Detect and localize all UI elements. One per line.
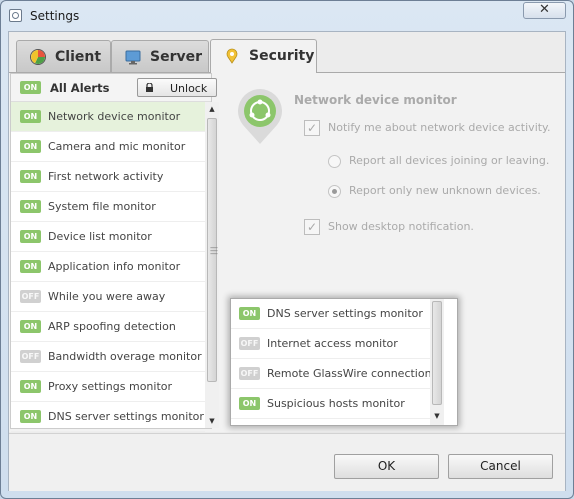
alert-label: DNS server settings monitor — [267, 307, 423, 320]
tab-client-label: Client — [55, 49, 102, 65]
list-item[interactable]: OFF While you were away — [11, 282, 205, 312]
alert-label: System file monitor — [48, 200, 156, 213]
alerts-header: ON All Alerts Unlock — [11, 74, 217, 102]
desktop-notification-checkbox[interactable]: ✓ — [304, 219, 320, 235]
list-item[interactable]: ON First network activity — [11, 162, 205, 192]
alert-toggle[interactable]: ON — [239, 307, 260, 320]
notify-checkbox[interactable]: ✓ — [304, 120, 320, 136]
alert-toggle[interactable]: ON — [20, 170, 41, 183]
alert-toggle[interactable]: ON — [20, 410, 41, 423]
alert-label: Suspicious hosts monitor — [267, 397, 405, 410]
alert-toggle[interactable]: OFF — [20, 290, 41, 303]
alert-label: While you were away — [48, 290, 166, 303]
list-item[interactable]: OFF Remote GlassWire connections — [231, 359, 437, 389]
alerts-list: ON All Alerts Unlock ON Network device mo… — [10, 73, 219, 432]
tab-security-label: Security — [249, 48, 315, 64]
popup-scrollbar[interactable]: ▼ — [430, 299, 444, 425]
dialog-footer: OK Cancel — [9, 433, 565, 491]
tab-client[interactable]: Client — [16, 40, 111, 72]
tab-server[interactable]: Server — [111, 40, 209, 72]
radio-unknown-devices[interactable] — [328, 185, 341, 198]
scroll-up-icon[interactable]: ▲ — [205, 102, 219, 116]
window-title: Settings — [30, 9, 80, 23]
close-icon: ✕ — [539, 2, 550, 17]
network-monitor-icon — [238, 89, 282, 144]
alert-toggle[interactable]: ON — [20, 380, 41, 393]
alerts-popup-list: ON DNS server settings monitor OFF Interne… — [230, 298, 458, 426]
alert-label: ARP spoofing detection — [48, 320, 176, 333]
alerts-scrollbar[interactable]: ▲ — — — ▼ — [205, 102, 219, 428]
alert-toggle[interactable]: ON — [239, 397, 260, 410]
list-item[interactable]: ON Camera and mic monitor — [11, 132, 205, 162]
tab-server-label: Server — [150, 49, 203, 65]
scroll-down-icon[interactable]: ▼ — [205, 414, 219, 428]
alert-label: First network activity — [48, 170, 164, 183]
all-alerts-toggle[interactable]: ON — [20, 81, 41, 94]
list-item[interactable]: ON DNS server settings monitor — [231, 299, 431, 329]
alert-toggle[interactable]: ON — [20, 260, 41, 273]
list-item[interactable]: ON Application info monitor — [11, 252, 205, 282]
title-bar[interactable]: Settings ✕ — [1, 1, 573, 31]
list-item[interactable]: ON Proxy settings monitor — [11, 372, 205, 402]
monitor-icon — [125, 50, 141, 65]
list-item[interactable]: OFF Bandwidth overage monitor — [11, 342, 205, 372]
alert-toggle[interactable]: ON — [20, 200, 41, 213]
location-pin-icon — [226, 48, 238, 64]
popup-items: ON DNS server settings monitor OFF Interne… — [231, 299, 437, 419]
tab-security[interactable]: Security — [210, 39, 317, 73]
list-item[interactable]: OFF Internet access monitor — [231, 329, 431, 359]
desktop-notification-label: Show desktop notification. — [328, 220, 474, 233]
list-item[interactable]: ON ARP spoofing detection — [11, 312, 205, 342]
detail-title: Network device monitor — [294, 93, 457, 107]
scroll-thumb[interactable]: — — — — [207, 118, 218, 382]
alert-label: DNS server settings monitor — [48, 410, 204, 423]
list-item[interactable]: ON Device list monitor — [11, 222, 205, 252]
close-button[interactable]: ✕ — [523, 2, 566, 19]
list-item[interactable]: ON System file monitor — [11, 192, 205, 222]
unlock-label: Unlock — [170, 82, 208, 95]
alert-label: Remote GlassWire connections — [267, 367, 438, 380]
alert-toggle[interactable]: ON — [20, 110, 41, 123]
alert-label: Bandwidth overage monitor — [48, 350, 202, 363]
cancel-button[interactable]: Cancel — [448, 454, 553, 479]
alert-toggle[interactable]: OFF — [239, 337, 260, 350]
alert-toggle[interactable]: ON — [20, 320, 41, 333]
all-alerts-label: All Alerts — [50, 81, 110, 95]
alert-label: Application info monitor — [48, 260, 181, 273]
ok-button[interactable]: OK — [334, 454, 439, 479]
lock-icon — [146, 83, 153, 92]
alerts-items: ON Network device monitor ON Camera and mi… — [11, 102, 205, 432]
unlock-button[interactable]: Unlock — [137, 78, 217, 97]
alert-label: Internet access monitor — [267, 337, 398, 350]
settings-window: Settings ✕ Client Server Security ON All… — [0, 0, 574, 499]
alert-label: Device list monitor — [48, 230, 152, 243]
grip-icon: — — — — [210, 243, 218, 258]
alert-toggle[interactable]: ON — [20, 230, 41, 243]
list-item[interactable]: ON Network device monitor — [11, 102, 205, 132]
alert-label: Proxy settings monitor — [48, 380, 173, 393]
radio-all-label: Report all devices joining or leaving. — [349, 154, 550, 167]
alert-label: Camera and mic monitor — [48, 140, 186, 153]
popup-scroll-thumb[interactable] — [432, 301, 442, 405]
alert-label: Network device monitor — [48, 110, 181, 123]
alert-toggle[interactable]: ON — [20, 140, 41, 153]
list-item[interactable]: ON DNS server settings monitor — [11, 402, 205, 432]
alert-toggle[interactable]: OFF — [239, 367, 260, 380]
notify-label: Notify me about network device activity. — [328, 121, 551, 134]
settings-app-icon — [9, 9, 22, 22]
settings-frame: Client Server Security ON All Alerts Unl… — [8, 31, 566, 491]
scroll-down-icon[interactable]: ▼ — [430, 409, 444, 423]
radio-all-devices[interactable] — [328, 155, 341, 168]
pie-chart-icon — [30, 49, 46, 65]
alert-toggle[interactable]: OFF — [20, 350, 41, 363]
list-item[interactable]: ON Suspicious hosts monitor — [231, 389, 431, 419]
radio-unknown-label: Report only new unknown devices. — [349, 184, 541, 197]
